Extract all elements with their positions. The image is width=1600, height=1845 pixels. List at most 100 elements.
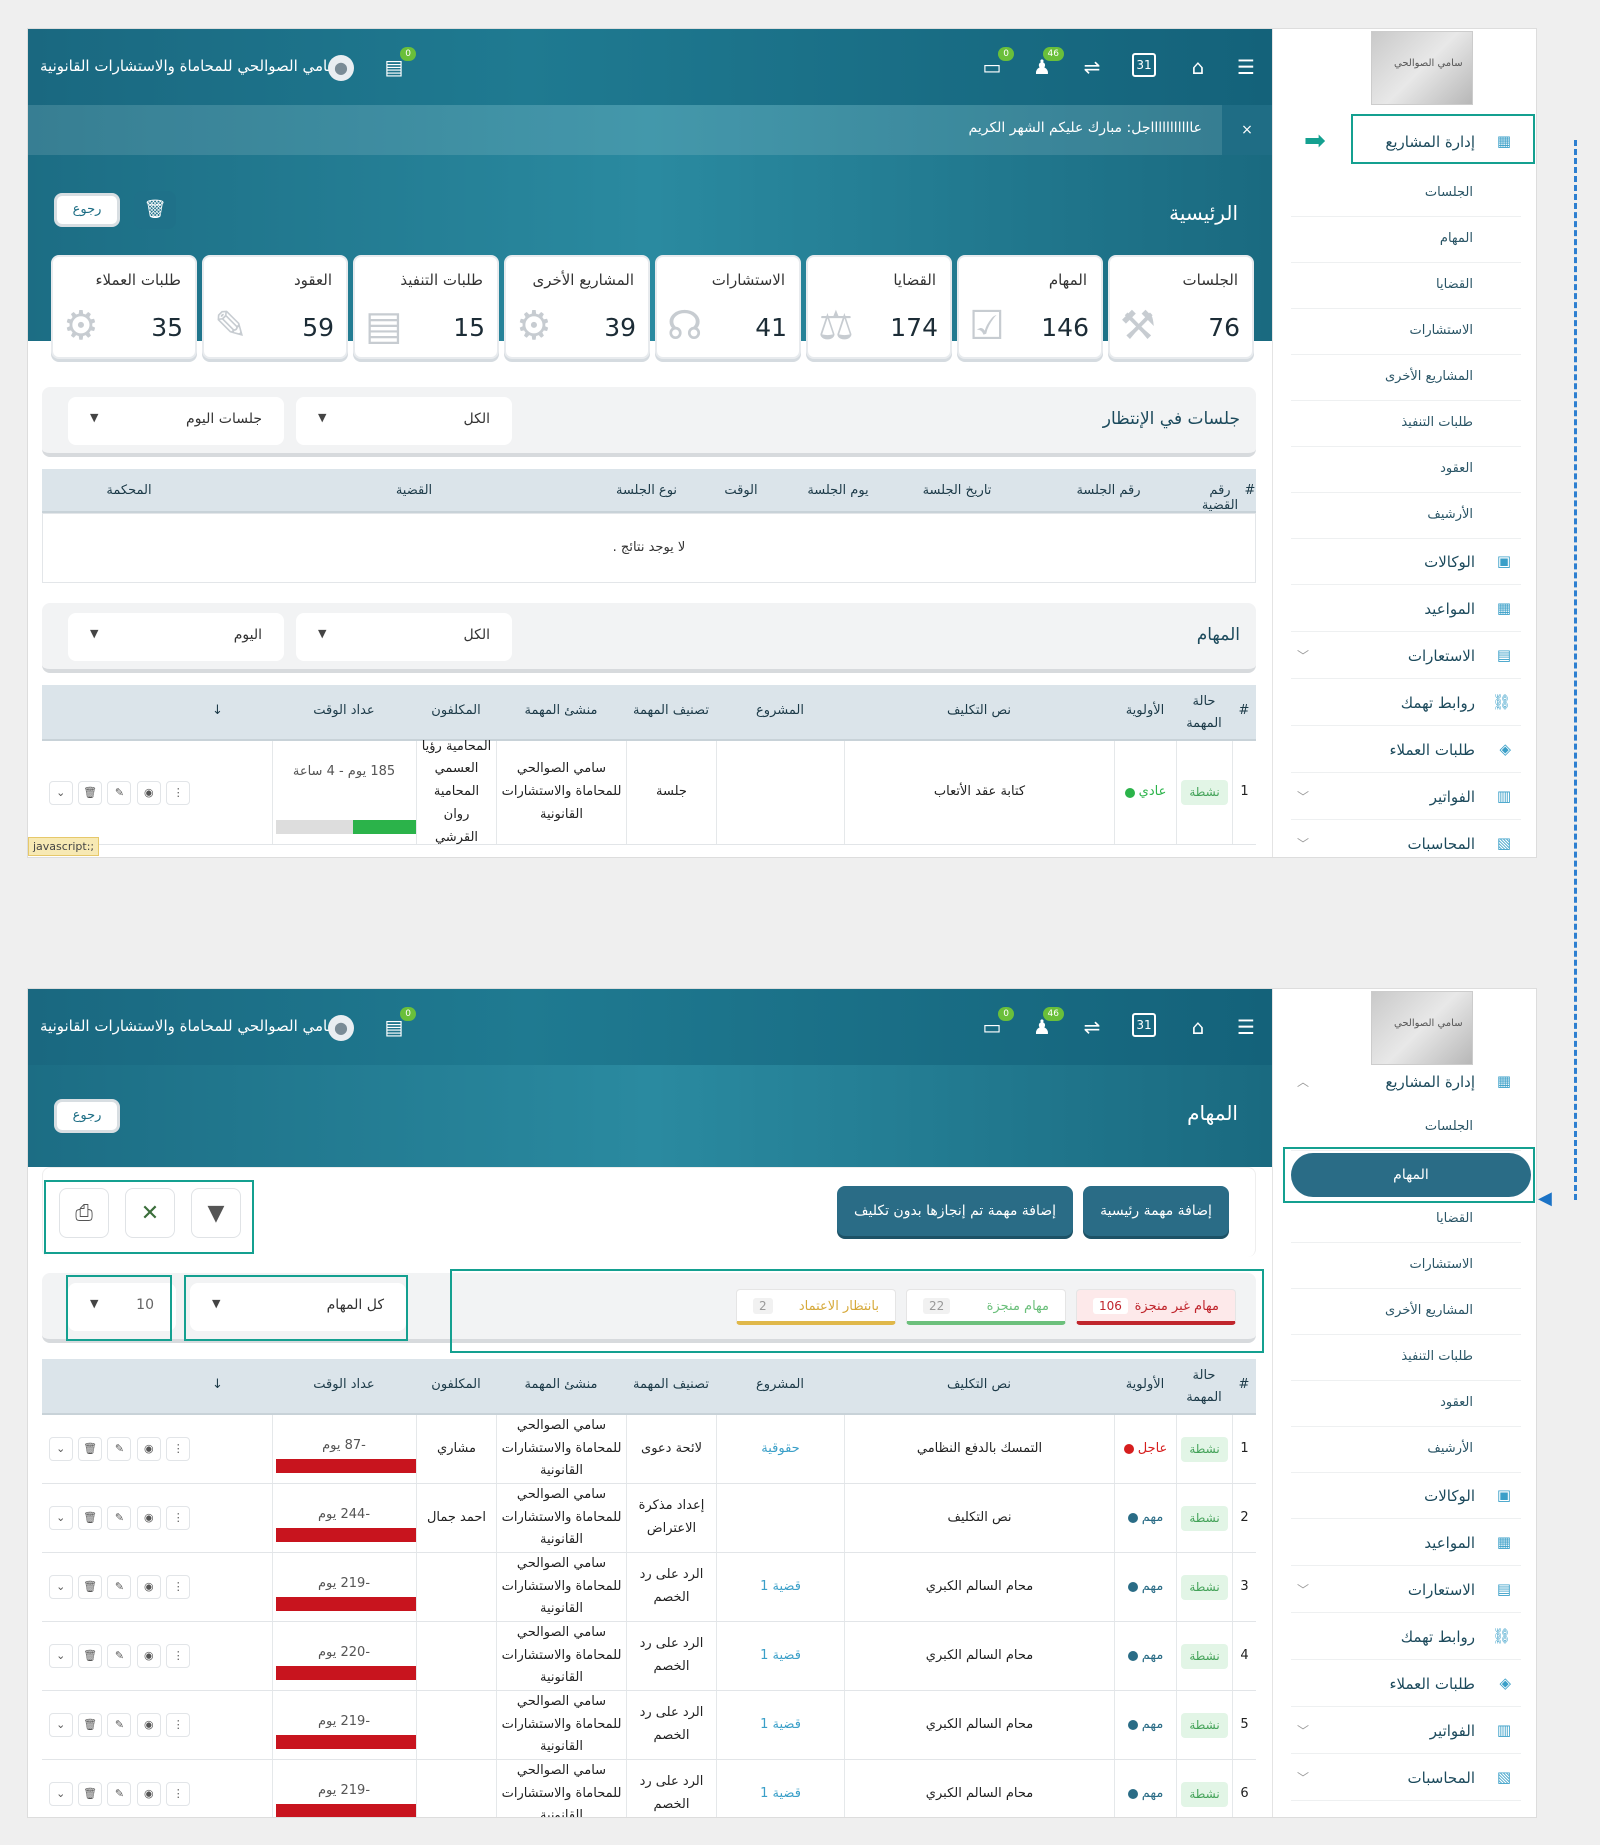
edit-icon[interactable]: ✎ xyxy=(107,1644,132,1668)
back-button[interactable]: رجوع xyxy=(54,1099,120,1133)
menu-icon[interactable]: ☰ xyxy=(1232,1013,1260,1041)
messages-icon[interactable]: ▤ 0 xyxy=(380,1007,416,1041)
sidebar-subitem[interactable]: القضايا xyxy=(1291,263,1521,309)
edit-icon[interactable]: ✎ xyxy=(107,1575,132,1599)
bell-icon[interactable]: ♟ 46 xyxy=(1028,47,1064,81)
sidebar-subitem[interactable]: الاستشارات xyxy=(1291,1243,1521,1289)
more-icon[interactable]: ⋮ xyxy=(166,1437,191,1461)
project-link[interactable]: حقوقية xyxy=(761,1438,799,1461)
eye-icon[interactable]: ◉ xyxy=(136,1437,161,1461)
column-header[interactable]: نص التكليف xyxy=(844,1377,1114,1392)
stat-card[interactable]: الاستشارات 41 ☊ xyxy=(655,255,801,359)
toggle-icon[interactable]: ⇌ xyxy=(1078,1013,1106,1041)
chevron-down-icon[interactable]: ⌄ xyxy=(48,1782,73,1806)
eye-icon[interactable]: ◉ xyxy=(136,1644,161,1668)
eye-icon[interactable]: ◉ xyxy=(136,1782,161,1806)
project-link[interactable]: قضية 1 xyxy=(760,1714,801,1737)
stat-card[interactable]: المهام 146 ☑ xyxy=(957,255,1103,359)
trash-icon[interactable]: 🗑 xyxy=(78,1437,103,1461)
home-icon[interactable]: ⌂ xyxy=(1184,53,1212,81)
sessions-filter-day[interactable]: جلسات اليوم ▼ xyxy=(68,397,284,445)
sidebar-item[interactable]: ▤ الاستعارات ﹀ xyxy=(1291,1567,1521,1613)
sidebar-subitem[interactable]: العقود xyxy=(1291,447,1521,493)
sidebar-item[interactable]: ⛓ روابط تهمك xyxy=(1291,680,1521,726)
sidebar-subitem[interactable]: المهام xyxy=(1291,217,1521,263)
stat-card[interactable]: العقود 59 ✎ xyxy=(202,255,348,359)
edit-icon[interactable]: ✎ xyxy=(107,1782,132,1806)
sidebar-item[interactable]: ▣ الوكالات xyxy=(1291,539,1521,585)
delete-button[interactable]: 🗑 xyxy=(134,191,176,229)
column-header[interactable]: منشئ المهمة xyxy=(496,1377,626,1392)
edit-icon[interactable]: ✎ xyxy=(107,1506,132,1530)
more-icon[interactable]: ⋮ xyxy=(166,1782,191,1806)
column-header[interactable]: تاريخ الجلسة xyxy=(893,483,1021,498)
chevron-down-icon[interactable]: ⌄ xyxy=(48,1575,73,1599)
column-header[interactable]: رقم الجلسة xyxy=(1021,483,1196,498)
column-header[interactable]: منشئ المهمة xyxy=(496,703,626,718)
tasks-filter-all[interactable]: الكل ▼ xyxy=(296,613,512,661)
table-row[interactable]: 1 نشطة عاجل التمسك بالدفع النظامي حقوقية لائح… xyxy=(42,1415,1256,1484)
toggle-icon[interactable]: ⇌ xyxy=(1078,53,1106,81)
project-link[interactable]: قضية 1 xyxy=(760,1645,801,1668)
table-row[interactable]: 2 نشطة مهم نص التكليف إعداد مذكرة الاعتراض سا… xyxy=(42,1484,1256,1553)
trash-icon[interactable]: 🗑 xyxy=(78,1506,103,1530)
column-header[interactable]: يوم الجلسة xyxy=(783,483,893,498)
trash-icon[interactable]: 🗑 xyxy=(78,1782,103,1806)
column-header[interactable]: المشروع xyxy=(716,703,844,718)
stat-card[interactable]: طلبات التنفيذ 15 ▤ xyxy=(353,255,499,359)
column-header[interactable]: تصنيف المهمة xyxy=(626,703,716,718)
sidebar-subitem[interactable]: الأرشيف xyxy=(1291,493,1521,539)
column-header[interactable]: المكلفون xyxy=(416,1377,496,1392)
eye-icon[interactable]: ◉ xyxy=(136,780,161,805)
sort-arrow-icon[interactable]: ↓ xyxy=(212,1377,223,1392)
sidebar-item[interactable]: ▥ الفواتير ﹀ xyxy=(1291,774,1521,820)
chevron-down-icon[interactable]: ⌄ xyxy=(48,1644,73,1668)
column-header[interactable]: # xyxy=(1232,1377,1256,1392)
column-header[interactable]: تصنيف المهمة xyxy=(626,1377,716,1392)
user-avatar-icon[interactable]: ● xyxy=(328,1015,354,1041)
column-header[interactable]: المحكمة xyxy=(28,483,234,498)
stat-card[interactable]: القضايا 174 ⚖ xyxy=(806,255,952,359)
messages-icon[interactable]: ▤ 0 xyxy=(380,47,416,81)
more-icon[interactable]: ⋮ xyxy=(166,1575,191,1599)
table-row[interactable]: 1 نشطة عادي كتابة عقد الأتعاب جلسة سامي الصوا… xyxy=(42,739,1256,845)
sidebar-subitem[interactable]: العقود xyxy=(1291,1381,1521,1427)
sidebar-subitem[interactable]: طلبات التنفيذ xyxy=(1291,401,1521,447)
tasks-filter-day[interactable]: اليوم ▼ xyxy=(68,613,284,661)
column-header[interactable]: حالة المهمة xyxy=(1176,691,1232,735)
stat-card[interactable]: الجلسات 76 ⚒ xyxy=(1108,255,1254,359)
add-main-task-button[interactable]: إضافة مهمة رئيسية xyxy=(1083,1186,1229,1236)
sidebar-subitem[interactable]: المشاريع الأخرى xyxy=(1291,1289,1521,1335)
more-icon[interactable]: ⋮ xyxy=(166,780,191,805)
sidebar-item[interactable]: ◈ طلبات العملاء xyxy=(1291,727,1521,773)
project-link[interactable]: قضية 1 xyxy=(760,1783,801,1806)
calendar-icon[interactable]: 31 xyxy=(1132,53,1156,77)
home-icon[interactable]: ⌂ xyxy=(1184,1013,1212,1041)
stat-card[interactable]: طلبات العملاء 35 ⚙ xyxy=(51,255,197,359)
sidebar-item[interactable]: ▧ المحاسبات ﹀ xyxy=(1291,1755,1521,1801)
table-row[interactable]: 3 نشطة مهم محام السالم الكبري قضية 1 الرد على… xyxy=(42,1553,1256,1622)
add-completed-task-button[interactable]: إضافة مهمة تم إنجازها بدون تكليف xyxy=(837,1186,1073,1236)
sidebar-subitem[interactable]: طلبات التنفيذ xyxy=(1291,1335,1521,1381)
sidebar-subitem[interactable]: الجلسات xyxy=(1291,171,1521,217)
more-icon[interactable]: ⋮ xyxy=(166,1713,191,1737)
sidebar-item[interactable]: ◈ طلبات العملاء xyxy=(1291,1661,1521,1707)
sort-arrow-icon[interactable]: ↓ xyxy=(212,703,223,718)
edit-icon[interactable]: ✎ xyxy=(107,1437,132,1461)
column-header[interactable]: الأولوية xyxy=(1114,1377,1176,1392)
column-header[interactable]: عداد الوقت xyxy=(272,1377,416,1392)
bell-icon[interactable]: ♟ 46 xyxy=(1028,1007,1064,1041)
chevron-down-icon[interactable]: ⌄ xyxy=(48,1506,73,1530)
chat-icon[interactable]: ▭ 0 xyxy=(978,1007,1014,1041)
column-header[interactable]: # xyxy=(1232,703,1256,718)
table-row[interactable]: 4 نشطة مهم محام السالم الكبري قضية 1 الرد على… xyxy=(42,1622,1256,1691)
sidebar-subitem[interactable]: الاستشارات xyxy=(1291,309,1521,355)
edit-icon[interactable]: ✎ xyxy=(107,780,132,805)
project-link[interactable]: قضية 1 xyxy=(760,1576,801,1599)
sidebar-item[interactable]: ▦ المواعيد xyxy=(1291,1520,1521,1566)
sidebar-item[interactable]: ▣ الوكالات xyxy=(1291,1473,1521,1519)
stat-card[interactable]: المشاريع الأخرى 39 ⚙ xyxy=(504,255,650,359)
chevron-down-icon[interactable]: ⌄ xyxy=(48,780,73,805)
eye-icon[interactable]: ◉ xyxy=(136,1506,161,1530)
sidebar-item[interactable]: ⛓ روابط تهمك xyxy=(1291,1614,1521,1660)
